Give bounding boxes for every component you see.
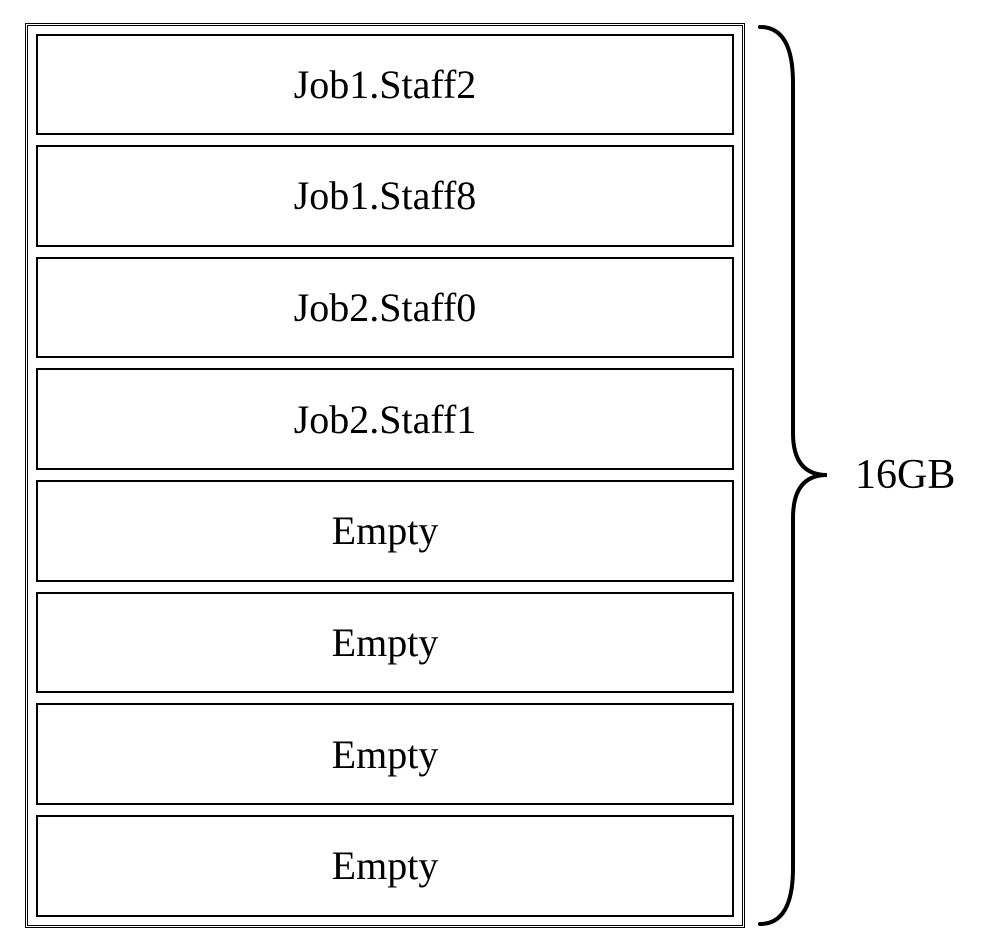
slot-label: Empty — [332, 842, 439, 889]
memory-slot: Empty — [36, 703, 734, 805]
memory-container: Job1.Staff2 Job1.Staff8 Job2.Staff0 Job2… — [25, 23, 745, 928]
slot-label: Job1.Staff8 — [294, 172, 477, 219]
slot-label: Job1.Staff2 — [294, 61, 477, 108]
memory-slot: Empty — [36, 592, 734, 694]
slot-label: Job2.Staff0 — [294, 284, 477, 331]
memory-slot: Empty — [36, 815, 734, 917]
memory-slot: Job1.Staff8 — [36, 145, 734, 247]
memory-diagram: Job1.Staff2 Job1.Staff8 Job2.Staff0 Job2… — [25, 15, 965, 935]
slot-label: Job2.Staff1 — [294, 396, 477, 443]
slot-label: Empty — [332, 731, 439, 778]
memory-slot: Empty — [36, 480, 734, 582]
memory-slot: Job2.Staff0 — [36, 257, 734, 359]
slot-label: Empty — [332, 619, 439, 666]
slot-label: Empty — [332, 507, 439, 554]
memory-slot: Job2.Staff1 — [36, 368, 734, 470]
total-size-label: 16GB — [855, 451, 955, 499]
memory-slot: Job1.Staff2 — [36, 34, 734, 136]
brace-icon — [755, 23, 835, 928]
